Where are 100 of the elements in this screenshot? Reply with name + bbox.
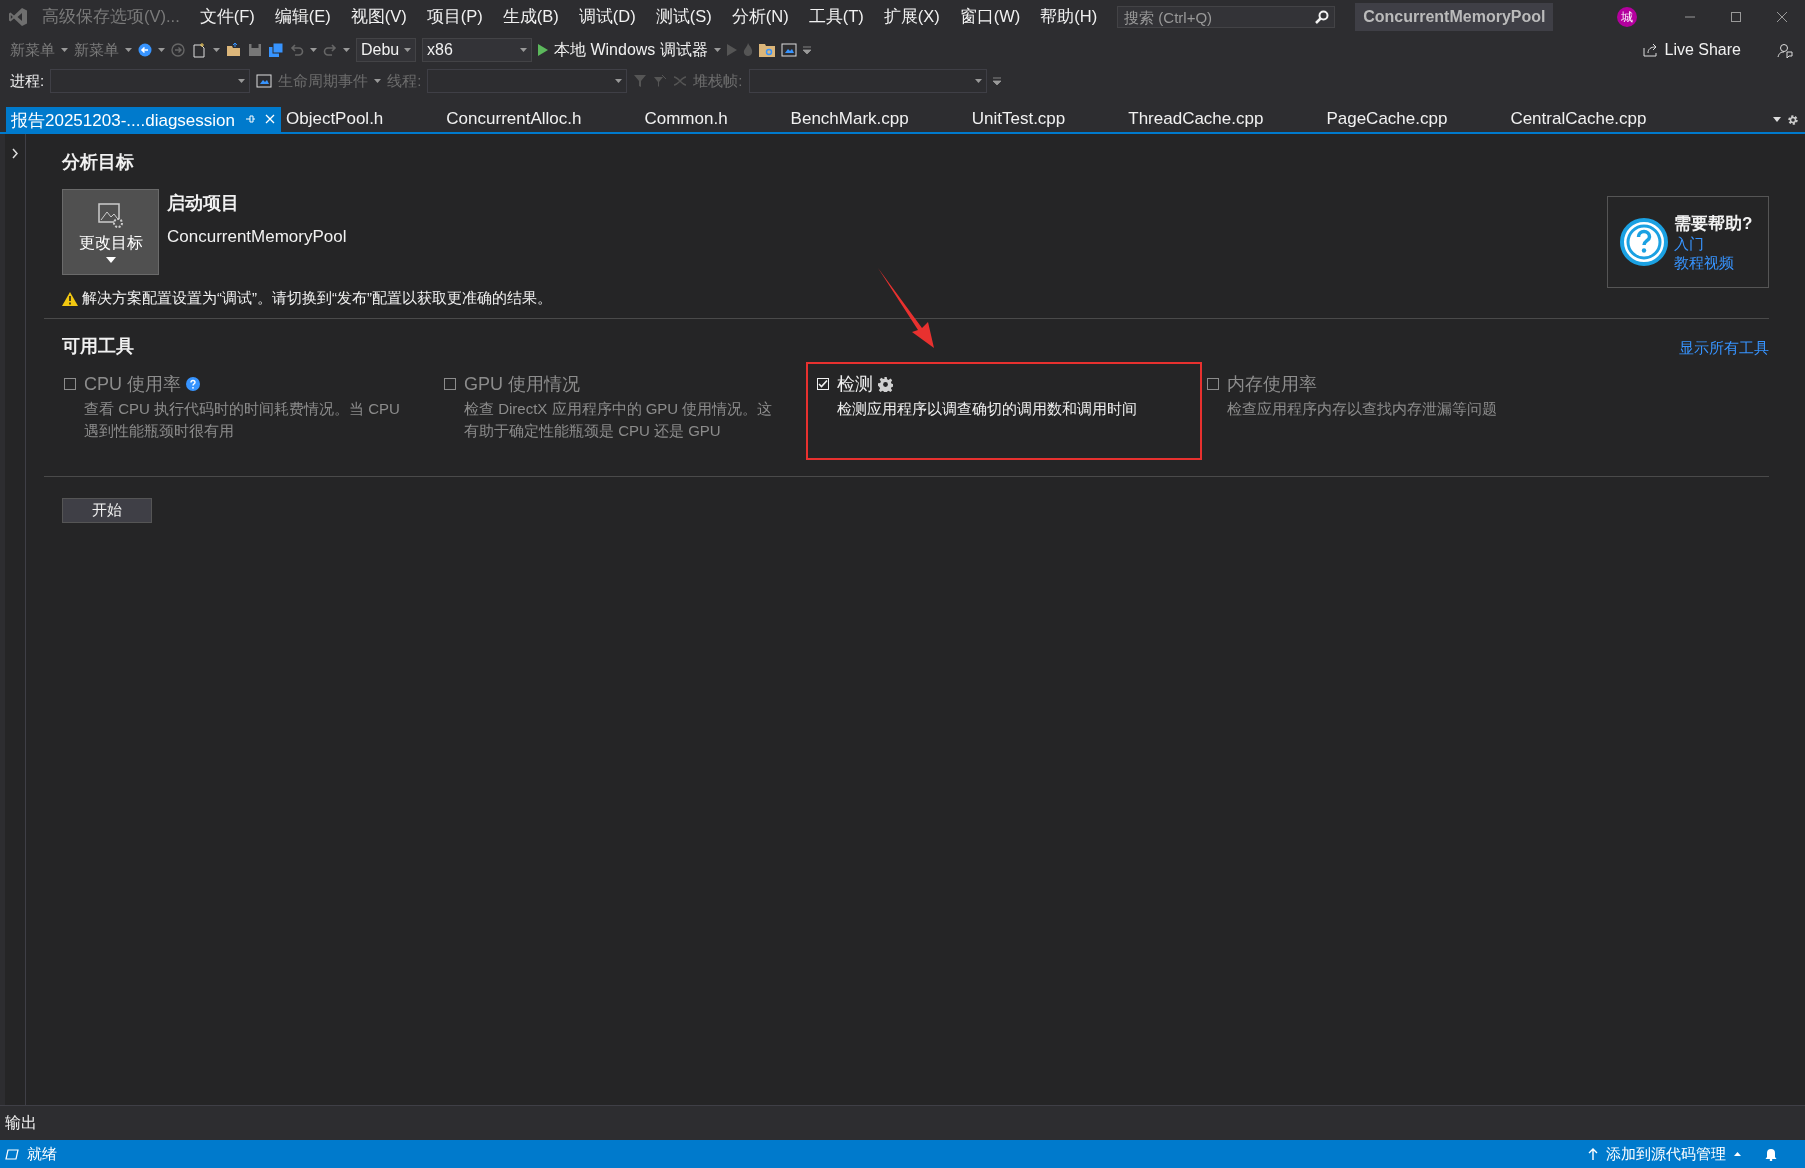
- document-tab[interactable]: 报告20251203-....diagsession: [6, 107, 281, 132]
- document-tab[interactable]: ThreadCache.cpp: [1123, 107, 1322, 132]
- gear-icon[interactable]: [1787, 113, 1799, 126]
- dropdown-icon[interactable]: [1773, 117, 1781, 122]
- vs-logo-icon[interactable]: [8, 7, 28, 27]
- tool-description: 检查 DirectX 应用程序中的 GPU 使用情况。这有助于确定性能瓶颈是 CPU 还是 GPU: [464, 399, 774, 441]
- checkbox[interactable]: [1207, 378, 1219, 390]
- new-project-icon[interactable]: [191, 42, 207, 58]
- caret-icon[interactable]: [213, 48, 220, 52]
- account-avatar[interactable]: 城: [1617, 7, 1637, 27]
- tool-name: GPU 使用情况: [464, 373, 580, 396]
- live-share-button[interactable]: Live Share: [1642, 41, 1741, 59]
- caret-icon: [615, 79, 623, 83]
- search-icon[interactable]: [1315, 10, 1330, 24]
- search-field[interactable]: 搜索 (Ctrl+Q): [1117, 6, 1336, 28]
- help-icon[interactable]: [186, 377, 200, 391]
- save-all-icon[interactable]: [268, 42, 284, 58]
- undo-icon[interactable]: [290, 43, 304, 57]
- document-tab[interactable]: UnitTest.cpp: [966, 107, 1124, 132]
- help-title: 需要帮助?: [1674, 212, 1753, 235]
- show-all-tools-link[interactable]: 显示所有工具: [1679, 339, 1769, 358]
- start-button[interactable]: 开始: [62, 498, 152, 523]
- help-icon: [1620, 218, 1668, 266]
- gear-icon[interactable]: [878, 376, 893, 392]
- checkbox[interactable]: [444, 378, 456, 390]
- menu-item[interactable]: 帮助(H): [1030, 6, 1108, 28]
- screenshot-icon[interactable]: [780, 43, 797, 57]
- document-tab[interactable]: ObjectPool.h: [281, 107, 442, 132]
- menu-item[interactable]: 视图(V): [340, 6, 417, 28]
- platform-dropdown[interactable]: x86: [422, 38, 532, 62]
- tool-name: CPU 使用率: [84, 373, 181, 396]
- checkbox[interactable]: [64, 378, 76, 390]
- menu-item[interactable]: 文件(F): [189, 6, 265, 28]
- process-label: 进程:: [10, 71, 45, 91]
- overflow-icon[interactable]: [802, 46, 811, 54]
- project-name: ConcurrentMemoryPool: [167, 227, 347, 247]
- document-tab[interactable]: Common.h: [639, 107, 786, 132]
- caret-icon[interactable]: [158, 48, 165, 52]
- caret-icon[interactable]: [343, 48, 350, 52]
- menu-item[interactable]: 窗口(W): [949, 6, 1031, 28]
- document-tab[interactable]: CentralCache.cpp: [1505, 107, 1705, 132]
- target-image-icon: [96, 201, 125, 230]
- tool-description: 检测应用程序以调查确切的调用数和调用时间: [837, 399, 1138, 419]
- run-button[interactable]: 本地 Windows 调试器: [538, 39, 708, 61]
- filter-toggle-icon[interactable]: [653, 74, 668, 88]
- menu-item[interactable]: 编辑(E): [264, 6, 341, 28]
- bell-icon[interactable]: [1765, 1147, 1777, 1161]
- forward-icon[interactable]: [171, 43, 185, 57]
- feedback-icon[interactable]: [1777, 42, 1793, 58]
- menu-item[interactable]: 生成(B): [492, 6, 569, 28]
- menu-item[interactable]: 调试(D): [568, 6, 646, 28]
- status-text: 就绪: [27, 1144, 57, 1164]
- caret-icon: [105, 256, 116, 263]
- caret-icon[interactable]: [713, 48, 721, 52]
- source-control-button[interactable]: 添加到源代码管理: [1588, 1144, 1741, 1164]
- document-tab[interactable]: BenchMark.cpp: [785, 107, 967, 132]
- caret-icon[interactable]: [310, 48, 317, 52]
- output-panel-title[interactable]: 输出: [5, 1112, 37, 1134]
- section-heading: 分析目标: [62, 151, 135, 174]
- overflow-icon[interactable]: [992, 77, 1001, 85]
- help-link[interactable]: 入门: [1674, 234, 1753, 254]
- caret-icon: [520, 48, 527, 52]
- caret-icon: [1734, 1152, 1741, 1156]
- change-target-button[interactable]: 更改目标: [62, 189, 159, 275]
- maximize-icon[interactable]: [1730, 11, 1742, 23]
- menu-item[interactable]: 工具(T): [798, 6, 874, 28]
- pin-icon[interactable]: [245, 114, 255, 124]
- caret-icon[interactable]: [125, 48, 132, 52]
- document-tab[interactable]: ConcurrentAlloc.h: [441, 107, 640, 132]
- stack-frame-label: 堆栈帧:: [693, 71, 743, 91]
- back-icon[interactable]: [138, 43, 152, 57]
- caret-icon[interactable]: [61, 48, 68, 52]
- save-icon[interactable]: [248, 43, 262, 57]
- expand-icon[interactable]: [11, 148, 19, 159]
- play-icon: [538, 44, 548, 56]
- menu-item[interactable]: 项目(P): [416, 6, 493, 28]
- warning-icon: [62, 291, 78, 306]
- folder-icon[interactable]: [758, 43, 775, 57]
- help-link[interactable]: 教程视频: [1674, 253, 1753, 273]
- menu-item[interactable]: 扩展(X): [873, 6, 950, 28]
- warning-message: 解决方案配置设置为“调试”。请切换到“发布”配置以获取更准确的结果。: [82, 289, 552, 308]
- caret-icon: [404, 48, 411, 52]
- caret-icon: [974, 79, 982, 83]
- open-folder-icon[interactable]: [226, 42, 242, 58]
- tool-name: 检测: [837, 373, 873, 396]
- solution-name: ConcurrentMemoryPool: [1355, 3, 1554, 31]
- source-control-icon: [1588, 1148, 1598, 1160]
- close-icon[interactable]: [1776, 11, 1788, 23]
- share-icon: [1642, 43, 1659, 57]
- screenshot-icon: [256, 74, 273, 88]
- menu-item[interactable]: 测试(S): [645, 6, 722, 28]
- thread-label: 线程:: [387, 71, 422, 91]
- tool-description: 查看 CPU 执行代码时的时间耗费情况。当 CPU 遇到性能瓶颈时很有用: [84, 399, 401, 441]
- caret-icon[interactable]: [374, 79, 382, 83]
- configuration-dropdown[interactable]: Debu: [356, 38, 416, 62]
- caret-icon: [238, 79, 246, 83]
- document-tab[interactable]: PageCache.cpp: [1321, 107, 1506, 132]
- startup-project-label: 启动项目: [167, 192, 240, 215]
- redo-icon[interactable]: [323, 43, 337, 57]
- menu-item[interactable]: 分析(N): [721, 6, 799, 28]
